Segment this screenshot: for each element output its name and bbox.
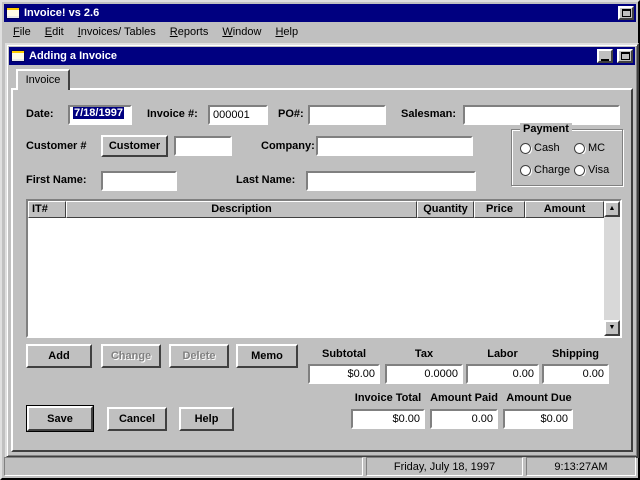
radio-circle-icon xyxy=(574,143,585,154)
invoice-number-field[interactable] xyxy=(208,105,268,125)
statusbar-message-panel xyxy=(4,457,363,476)
payment-legend: Payment xyxy=(520,123,572,135)
maximize-icon xyxy=(622,9,631,17)
add-button[interactable]: Add xyxy=(26,344,92,368)
radio-mc-label: MC xyxy=(588,142,605,154)
maximize-icon xyxy=(621,52,630,60)
date-label: Date: xyxy=(26,108,54,120)
invoice-number-label: Invoice #: xyxy=(147,108,198,120)
line-items-grid: IT# Description Quantity Price Amount xyxy=(28,201,604,336)
invoice-total-label: Invoice Total xyxy=(349,392,427,404)
menu-help[interactable]: Help xyxy=(268,24,305,40)
line-items-body[interactable] xyxy=(28,218,604,336)
main-titlebar: Invoice! vs 2.6 xyxy=(4,4,636,22)
statusbar-date: Friday, July 18, 1997 xyxy=(366,457,523,476)
line-items-header: IT# Description Quantity Price Amount xyxy=(28,201,604,218)
po-label: PO#: xyxy=(278,108,304,120)
first-name-field[interactable] xyxy=(101,171,177,191)
radio-charge-label: Charge xyxy=(534,164,570,176)
shipping-label: Shipping xyxy=(542,348,609,360)
statusbar-time: 9:13:27AM xyxy=(526,457,636,476)
first-name-label: First Name: xyxy=(26,174,87,186)
radio-visa[interactable]: Visa xyxy=(574,164,622,176)
customer-number-label: Customer # xyxy=(26,140,87,152)
date-field[interactable]: 7/18/1997 xyxy=(68,105,132,125)
cancel-button[interactable]: Cancel xyxy=(107,407,167,431)
invoice-dialog: Adding a Invoice Invoice Date: 7/18/1997… xyxy=(5,43,639,458)
labor-field[interactable] xyxy=(466,364,539,384)
column-header-item: IT# xyxy=(28,201,66,218)
date-selected-text: 7/18/1997 xyxy=(73,107,124,119)
minimize-icon xyxy=(601,59,609,61)
radio-visa-label: Visa xyxy=(588,164,609,176)
radio-charge[interactable]: Charge xyxy=(520,164,572,176)
table-scrollbar[interactable]: ▲ ▼ xyxy=(604,201,620,336)
subtotal-field[interactable] xyxy=(308,364,380,384)
tab-label: Invoice xyxy=(26,74,61,86)
app-icon xyxy=(6,7,20,19)
menu-invoices-tables[interactable]: Invoices/ Tables xyxy=(71,24,163,40)
change-button[interactable]: Change xyxy=(101,344,161,368)
menu-reports[interactable]: Reports xyxy=(163,24,216,40)
tab-invoice[interactable]: Invoice xyxy=(16,69,70,90)
amount-paid-field[interactable] xyxy=(430,409,498,429)
amount-due-field[interactable] xyxy=(503,409,573,429)
memo-button[interactable]: Memo xyxy=(236,344,298,368)
save-button[interactable]: Save xyxy=(27,406,93,431)
app-window: Invoice! vs 2.6 File Edit Invoices/ Tabl… xyxy=(0,0,640,480)
last-name-field[interactable] xyxy=(306,171,476,191)
menu-window[interactable]: Window xyxy=(215,24,268,40)
dialog-maximize-button[interactable] xyxy=(617,49,633,63)
radio-cash-label: Cash xyxy=(534,142,560,154)
dialog-minimize-button[interactable] xyxy=(597,49,613,63)
company-field[interactable] xyxy=(316,136,473,156)
tax-field[interactable] xyxy=(385,364,463,384)
shipping-field[interactable] xyxy=(542,364,609,384)
salesman-label: Salesman: xyxy=(401,108,456,120)
column-header-quantity: Quantity xyxy=(417,201,474,218)
menu-edit[interactable]: Edit xyxy=(38,24,71,40)
company-label: Company: xyxy=(261,140,315,152)
po-field[interactable] xyxy=(308,105,386,125)
invoice-total-field[interactable] xyxy=(351,409,425,429)
window-title: Invoice! vs 2.6 xyxy=(24,7,614,19)
radio-circle-icon xyxy=(574,165,585,176)
statusbar: Friday, July 18, 1997 9:13:27AM xyxy=(4,457,636,476)
radio-cash[interactable]: Cash xyxy=(520,142,568,154)
delete-button[interactable]: Delete xyxy=(169,344,229,368)
amount-due-label: Amount Due xyxy=(503,392,575,404)
labor-label: Labor xyxy=(466,348,539,360)
mdi-client: Adding a Invoice Invoice Date: 7/18/1997… xyxy=(4,41,636,457)
subtotal-label: Subtotal xyxy=(308,348,380,360)
tax-label: Tax xyxy=(385,348,463,360)
line-items-table: IT# Description Quantity Price Amount ▲ … xyxy=(26,199,622,338)
radio-mc[interactable]: MC xyxy=(574,142,622,154)
last-name-label: Last Name: xyxy=(236,174,295,186)
scroll-down-button[interactable]: ▼ xyxy=(604,320,620,336)
dialog-icon xyxy=(11,50,25,62)
invoice-form-panel: Date: 7/18/1997 Invoice #: PO#: Salesman… xyxy=(11,88,633,452)
menu-file[interactable]: File xyxy=(6,24,38,40)
payment-groupbox: Payment Cash MC Charge Visa xyxy=(511,129,623,186)
maximize-button[interactable] xyxy=(618,6,634,20)
radio-circle-icon xyxy=(520,165,531,176)
customer-button[interactable]: Customer xyxy=(101,135,168,157)
help-button[interactable]: Help xyxy=(179,407,234,431)
column-header-description: Description xyxy=(66,201,417,218)
dialog-title: Adding a Invoice xyxy=(29,50,593,62)
column-header-amount: Amount xyxy=(525,201,604,218)
salesman-field[interactable] xyxy=(463,105,620,125)
customer-number-field[interactable] xyxy=(174,136,232,156)
column-header-price: Price xyxy=(474,201,525,218)
amount-paid-label: Amount Paid xyxy=(428,392,500,404)
scroll-up-button[interactable]: ▲ xyxy=(604,201,620,217)
radio-circle-icon xyxy=(520,143,531,154)
menubar: File Edit Invoices/ Tables Reports Windo… xyxy=(4,22,636,41)
dialog-titlebar: Adding a Invoice xyxy=(9,47,635,65)
